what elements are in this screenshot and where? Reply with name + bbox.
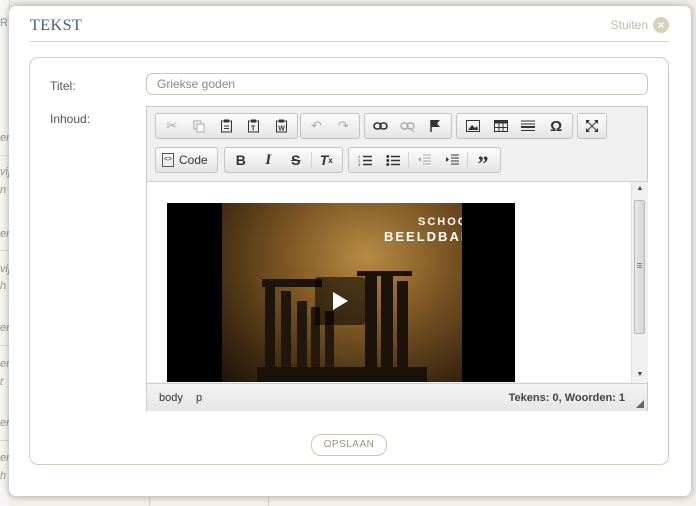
source-code-label: Code — [179, 153, 208, 167]
scroll-up-arrow-icon[interactable]: ▲ — [632, 182, 648, 196]
source-code-button[interactable]: <> Code — [158, 153, 212, 167]
toolbar-separator — [310, 152, 312, 168]
background-text-fragment: R — [0, 17, 8, 29]
cut-icon[interactable]: ✂ — [158, 115, 185, 137]
editor-toolbar: ✂ T W ↶ ↷ Ω <> Code B I S T x 1 2 3 ” — [147, 107, 647, 182]
editor-content[interactable]: SCHOOLTV BEELDBANK nl — [147, 182, 631, 382]
toolbar-group-links — [364, 113, 452, 139]
blockquote-icon[interactable]: ” — [469, 145, 497, 175]
video-brand-line1: SCHOOLTV — [418, 216, 462, 228]
grip-icon — [637, 263, 642, 264]
redo-icon[interactable]: ↷ — [330, 115, 357, 137]
background-text-fragment: n — [0, 184, 7, 196]
background-divider — [0, 250, 9, 251]
background-divider — [268, 497, 269, 506]
toolbar-group-clipboard: ✂ T W — [155, 113, 298, 139]
rich-text-editor: ✂ T W ↶ ↷ Ω <> Code B I S T x 1 2 3 ” SC… — [146, 106, 648, 411]
title-divider — [29, 41, 669, 42]
element-path-body[interactable]: body — [159, 392, 183, 404]
maximize-icon[interactable] — [580, 115, 604, 137]
svg-text:T: T — [251, 126, 256, 133]
titel-label: Titel: — [50, 79, 76, 93]
bulleted-list-icon[interactable] — [379, 149, 407, 171]
close-label: Stuiten — [610, 18, 648, 32]
save-button[interactable]: OPSLAAN — [311, 434, 387, 456]
close-button[interactable]: Stuiten × — [611, 17, 669, 33]
strike-icon[interactable]: S — [282, 149, 310, 171]
unlink-icon[interactable] — [394, 115, 421, 137]
background-divider — [149, 497, 150, 506]
form-panel: Titel: Griekse goden Inhoud: ✂ T W ↶ ↷ Ω… — [29, 57, 669, 465]
paste-text-icon[interactable]: T — [240, 115, 267, 137]
text-modal: TEKST Stuiten × Titel: Griekse goden Inh… — [9, 6, 691, 496]
background-divider — [0, 155, 9, 156]
anchor-icon[interactable] — [422, 115, 449, 137]
video-brand-line2: BEELDBANK — [384, 229, 462, 244]
scroll-thumb[interactable] — [634, 200, 645, 334]
element-path-p[interactable]: p — [196, 392, 202, 404]
horizontal-rule-icon[interactable] — [515, 115, 543, 137]
special-char-icon[interactable]: Ω — [542, 115, 570, 137]
toolbar-separator — [408, 152, 409, 168]
table-icon[interactable] — [487, 115, 515, 137]
background-text-fragment: h — [0, 470, 7, 482]
modal-title: TEKST — [30, 17, 83, 34]
undo-icon[interactable]: ↶ — [303, 115, 330, 137]
toolbar-group-basicstyles: B I S Tx — [224, 147, 343, 173]
remove-format-icon[interactable]: Tx — [312, 149, 340, 171]
source-icon: <> — [162, 153, 174, 167]
scroll-down-arrow-icon[interactable]: ▼ — [632, 368, 648, 382]
copy-icon[interactable] — [185, 115, 212, 137]
background-text-fragment: h — [0, 280, 7, 292]
image-icon[interactable] — [459, 115, 487, 137]
bold-icon[interactable]: B — [227, 149, 255, 171]
background-divider — [0, 345, 9, 346]
toolbar-group-view — [577, 113, 607, 139]
indent-icon[interactable] — [438, 149, 466, 171]
toolbar-group-history: ↶ ↷ — [300, 113, 360, 139]
paste-icon[interactable] — [213, 115, 240, 137]
background-bottom-strip — [9, 497, 696, 506]
numbered-list-icon[interactable]: 123 — [351, 149, 379, 171]
titel-input[interactable]: Griekse goden — [146, 73, 648, 95]
editor-scrollbar[interactable]: ▲ ▼ — [631, 182, 648, 382]
play-icon — [333, 292, 348, 310]
background-divider — [0, 440, 9, 441]
resize-handle-icon[interactable] — [636, 400, 644, 408]
toolbar-separator — [467, 152, 468, 168]
outdent-icon[interactable] — [410, 149, 438, 171]
paste-word-icon[interactable]: W — [268, 115, 295, 137]
svg-text:3: 3 — [358, 162, 361, 166]
background-text-fragment: t — [0, 376, 4, 388]
toolbar-group-source: <> Code — [155, 147, 218, 173]
toolbar-group-paragraph: 123 ” — [348, 145, 501, 175]
word-count: Tekens: 0, Woorden: 1 — [508, 392, 625, 404]
play-button[interactable] — [315, 277, 365, 325]
inhoud-label: Inhoud: — [50, 112, 91, 126]
editor-status-bar: body p Tekens: 0, Woorden: 1 — [147, 383, 647, 411]
italic-icon[interactable]: I — [255, 149, 283, 171]
embedded-video[interactable]: SCHOOLTV BEELDBANK nl — [167, 203, 515, 382]
svg-text:W: W — [278, 126, 285, 133]
close-icon[interactable]: × — [653, 17, 669, 33]
link-icon[interactable] — [367, 115, 394, 137]
toolbar-group-insert: Ω — [456, 113, 573, 139]
